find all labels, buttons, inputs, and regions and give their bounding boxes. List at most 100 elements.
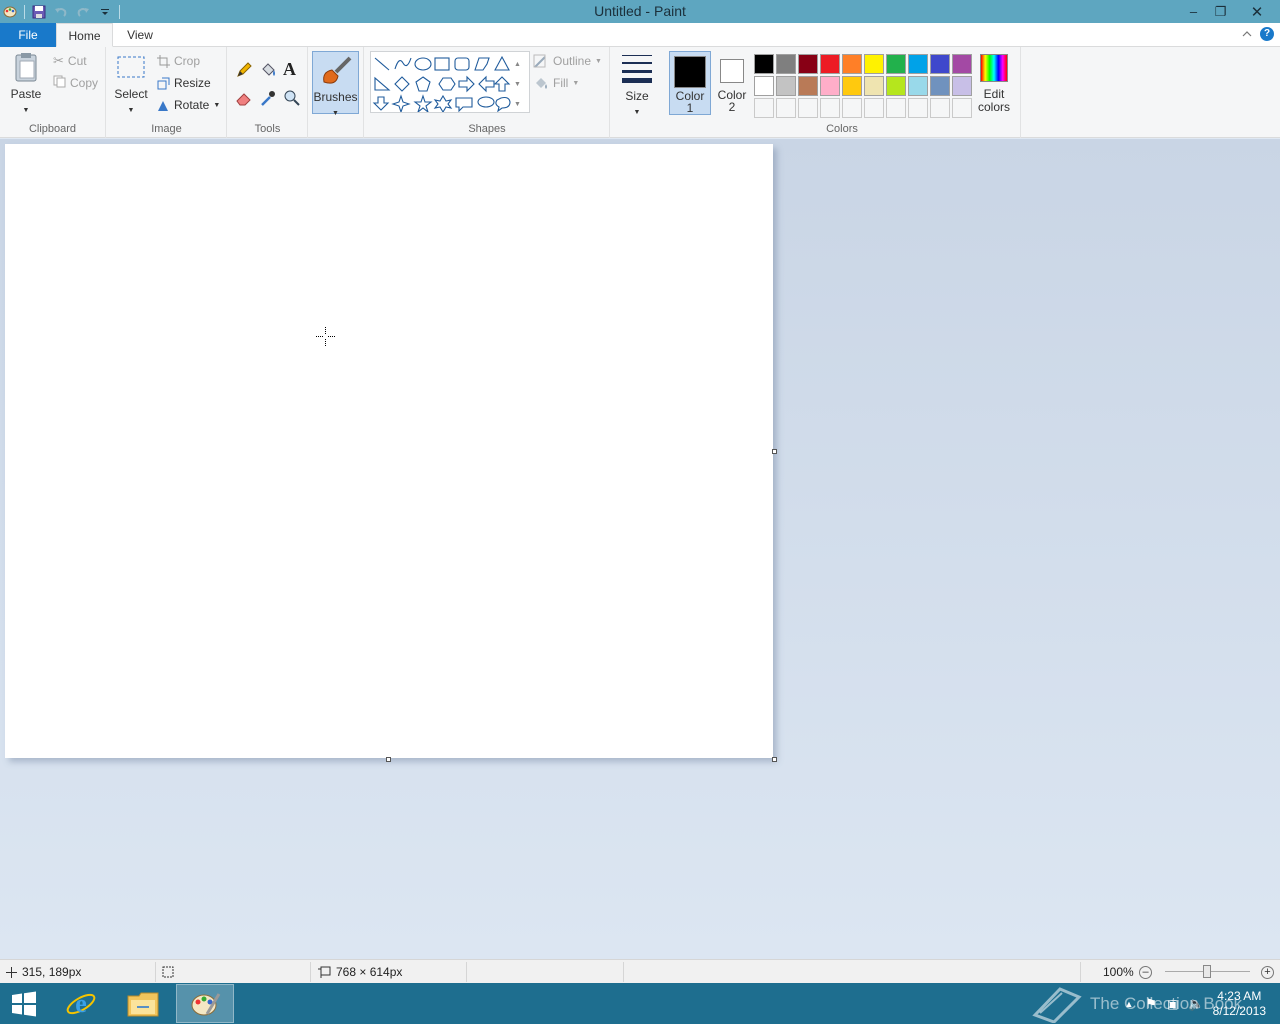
palette-swatch[interactable] [930,54,950,74]
outline-dropdown-icon: ▼ [595,57,602,65]
resize-handle-bottom[interactable] [386,757,391,762]
color1-number: 1 [686,101,694,115]
taskbar: e ▲ ⚑ ▣ 🔈 4:23 AM 8/12/2013 [0,983,1280,1024]
rainbow-icon [980,54,1008,82]
close-button[interactable]: ✕ [1234,0,1280,23]
select-dropdown-icon: ▼ [127,107,135,114]
show-hidden-icons-icon[interactable]: ▲ [1125,999,1134,1009]
clipboard-group: Paste ▼ ✂ Cut Copy Clipboard [0,47,106,138]
palette-swatch[interactable] [820,54,840,74]
canvas-workspace[interactable] [0,139,1280,959]
palette-swatch[interactable] [754,54,774,74]
color2-button[interactable]: Color 2 [713,51,751,115]
cursor-position: 315, 189px [6,960,81,984]
copy-button[interactable]: Copy [53,73,98,93]
fill-button[interactable]: Fill ▼ [533,73,579,93]
palette-swatch[interactable] [798,54,818,74]
palette-swatch[interactable] [798,76,818,96]
palette-swatch[interactable] [776,54,796,74]
palette-swatch[interactable] [952,76,972,96]
resize-handle-right[interactable] [772,449,777,454]
paste-button[interactable]: Paste ▼ [6,51,46,115]
minimize-button[interactable]: – [1180,0,1207,23]
paste-label: Paste [10,87,42,101]
size-button[interactable]: Size ▼ [617,51,657,117]
start-button[interactable] [0,984,48,1023]
copy-icon [53,75,66,91]
minimize-ribbon-icon[interactable] [1242,29,1252,39]
outline-button[interactable]: Outline ▼ [533,51,602,71]
fill-bucket-icon[interactable] [259,61,277,82]
shapes-group-label: Shapes [468,123,506,135]
palette-swatch[interactable] [820,76,840,96]
drawing-canvas[interactable] [5,144,773,758]
customize-qat-icon[interactable] [97,4,113,20]
palette-swatch[interactable] [864,76,884,96]
palette-swatch[interactable] [952,54,972,74]
custom-color-slot[interactable] [754,98,774,118]
tab-file[interactable]: File [0,23,56,47]
rotate-button[interactable]: Rotate ▼ [157,95,220,115]
tab-view[interactable]: View [113,23,167,47]
volume-icon[interactable]: 🔈 [1188,996,1204,1012]
crop-button[interactable]: Crop [157,51,200,71]
clock[interactable]: 4:23 AM 8/12/2013 [1213,989,1266,1019]
custom-color-slot[interactable] [952,98,972,118]
zoom-out-button[interactable]: – [1139,966,1152,979]
palette-swatch[interactable] [776,76,796,96]
crosshair-cursor-icon [316,327,335,346]
palette-swatch[interactable] [864,54,884,74]
undo-icon[interactable] [53,4,69,20]
text-tool-icon[interactable]: A [283,59,296,80]
action-center-flag-icon[interactable]: ⚑ [1145,996,1157,1012]
custom-color-slot[interactable] [842,98,862,118]
taskbar-file-explorer[interactable] [114,984,172,1023]
resize-handle-corner[interactable] [772,757,777,762]
custom-color-slot[interactable] [776,98,796,118]
shapes-gallery[interactable] [370,51,530,114]
taskbar-internet-explorer[interactable]: e [52,984,110,1023]
custom-color-slot[interactable] [930,98,950,118]
shapes-scroll-icons[interactable]: ▲ ▼ ▼ [514,55,521,115]
restore-button[interactable]: ❐ [1207,0,1234,23]
edit-colors-button[interactable]: Edit colors [976,51,1012,114]
resize-button[interactable]: Resize [157,73,211,93]
palette-swatch[interactable] [886,54,906,74]
palette-swatch[interactable] [886,76,906,96]
redo-icon[interactable] [75,4,91,20]
custom-color-slot[interactable] [798,98,818,118]
paint-app-icon[interactable] [2,4,18,20]
color1-swatch [674,56,706,88]
eraser-icon[interactable] [235,89,253,110]
color1-button[interactable]: Color 1 [669,51,711,115]
palette-swatch[interactable] [930,76,950,96]
zoom-in-button[interactable]: + [1261,966,1274,979]
custom-color-slot[interactable] [864,98,884,118]
magnifier-icon[interactable] [283,89,301,110]
cut-button[interactable]: ✂ Cut [53,51,87,71]
custom-color-slot[interactable] [886,98,906,118]
zoom-slider-thumb[interactable] [1203,965,1211,978]
palette-swatch[interactable] [842,54,862,74]
palette-swatch[interactable] [842,76,862,96]
palette-swatch[interactable] [908,76,928,96]
custom-color-slot[interactable] [820,98,840,118]
clock-date: 8/12/2013 [1212,1003,1266,1018]
size-group: Size ▼ [611,47,663,138]
custom-color-slot[interactable] [908,98,928,118]
palette-swatch[interactable] [754,76,774,96]
network-icon[interactable]: ▣ [1167,997,1178,1011]
cursor-position-icon [6,966,17,978]
copy-label: Copy [70,76,99,90]
taskbar-paint[interactable] [176,984,234,1023]
color2-number: 2 [728,100,736,114]
cut-label: Cut [67,54,87,68]
pencil-icon[interactable] [235,61,253,82]
color-picker-icon[interactable] [259,89,277,110]
save-icon[interactable] [31,4,47,20]
help-icon[interactable]: ? [1260,27,1274,41]
selection-size [162,960,174,984]
select-button[interactable]: Select ▼ [113,51,149,115]
tab-home[interactable]: Home [56,23,113,47]
palette-swatch[interactable] [908,54,928,74]
